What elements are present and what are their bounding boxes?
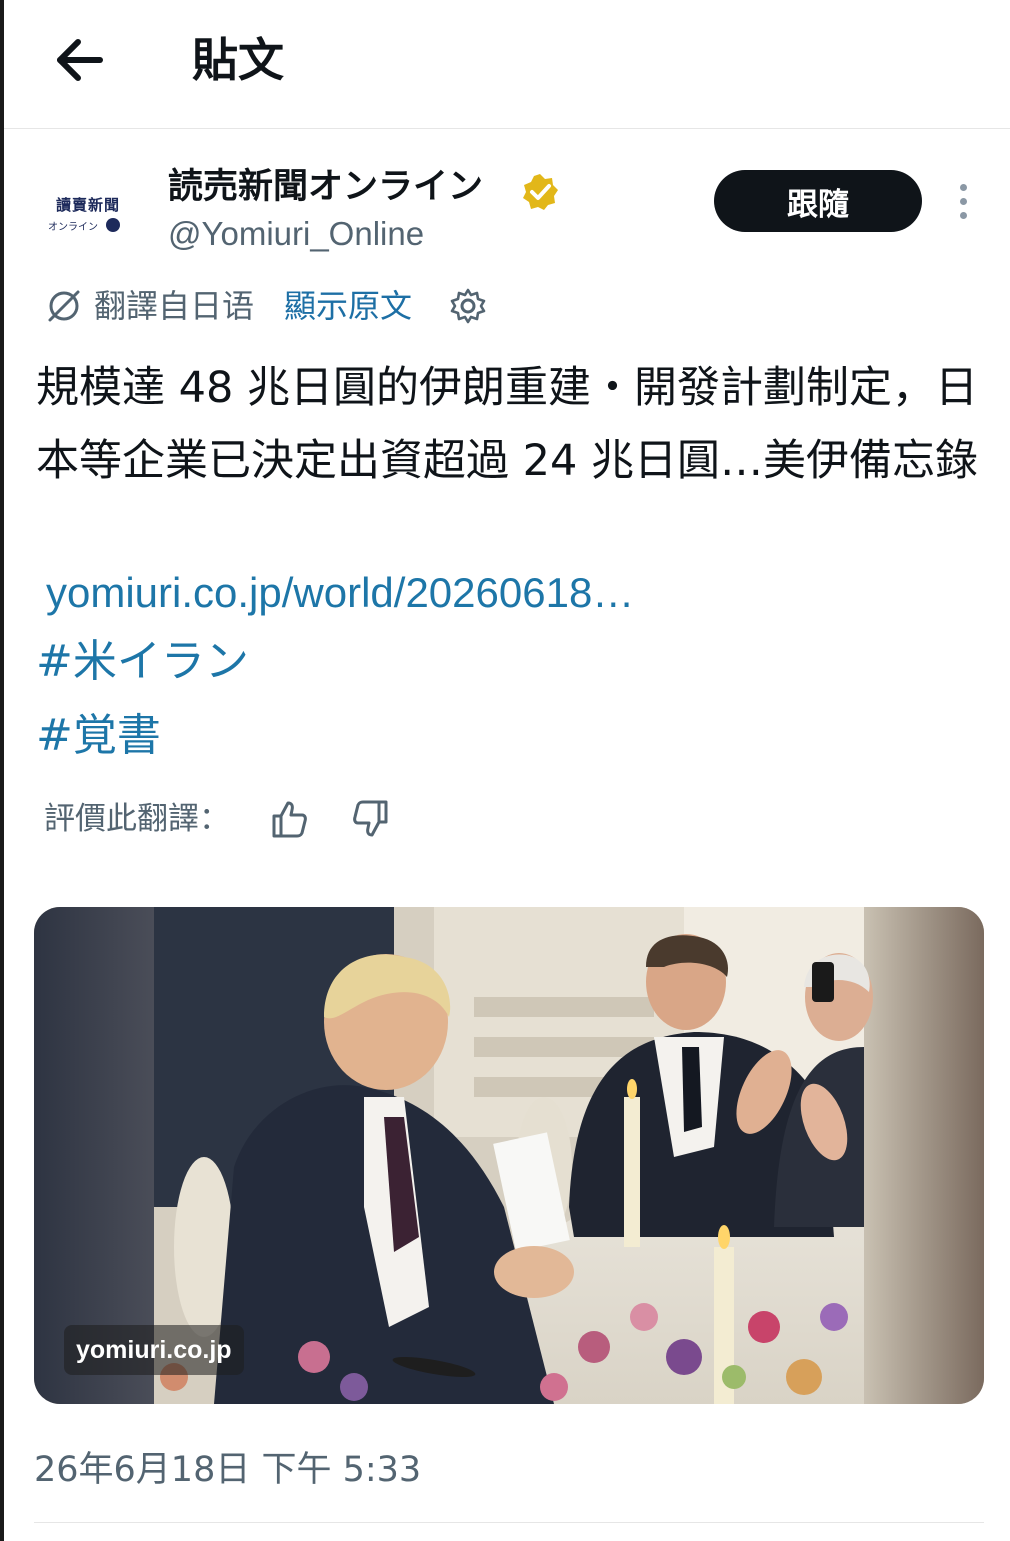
- arrow-left-icon: [57, 39, 103, 81]
- translated-from-label: 翻譯自日语: [94, 287, 255, 325]
- translate-icon: [48, 290, 80, 322]
- thumbs-down-icon[interactable]: [350, 798, 392, 840]
- bottom-divider: [34, 1522, 984, 1523]
- gear-icon[interactable]: [448, 286, 488, 326]
- more-dot-icon: [960, 212, 967, 219]
- follow-button[interactable]: 跟隨: [714, 170, 922, 232]
- avatar-logo-mark: [106, 218, 120, 232]
- avatar-logo-text: 讀賣新聞: [55, 196, 120, 214]
- rate-translation-label: 評價此翻譯：: [44, 801, 230, 837]
- hashtag-link[interactable]: #覚書: [36, 706, 161, 766]
- post-timestamp: 26年6月18日 下午 5:33: [34, 1450, 422, 1490]
- thumbs-up-icon[interactable]: [268, 798, 310, 840]
- avatar-logo-subtext: オンライン: [48, 222, 98, 233]
- verified-badge-icon: [523, 174, 558, 210]
- top-bar: 貼文: [4, 0, 1010, 128]
- article-link[interactable]: yomiuri.co.jp/world/20260618…: [46, 564, 634, 622]
- back-button[interactable]: [46, 30, 116, 90]
- avatar[interactable]: 讀賣新聞 オンライン: [40, 170, 130, 260]
- page-title: 貼文: [192, 33, 284, 87]
- hashtag-link[interactable]: #米イラン: [36, 632, 249, 692]
- author-handle[interactable]: @Yomiuri_Online: [168, 212, 424, 256]
- translation-bar: 翻譯自日语 顯示原文: [44, 282, 564, 330]
- show-original-link[interactable]: 顯示原文: [284, 282, 412, 330]
- rate-translation-row: 評價此翻譯：: [44, 794, 444, 844]
- more-options-button[interactable]: [946, 180, 982, 224]
- media-watermark: yomiuri.co.jp: [64, 1325, 244, 1375]
- header-divider: [4, 128, 1010, 129]
- more-dot-icon: [960, 184, 967, 191]
- author-display-name[interactable]: 読売新聞オンライン: [168, 164, 483, 210]
- more-dot-icon: [960, 198, 967, 205]
- tweet-text: 規模達 48 兆日圓的伊朗重建・開發計劃制定，日本等企業已決定出資超過 24 兆…: [36, 363, 979, 486]
- screen-edge: [0, 0, 4, 1541]
